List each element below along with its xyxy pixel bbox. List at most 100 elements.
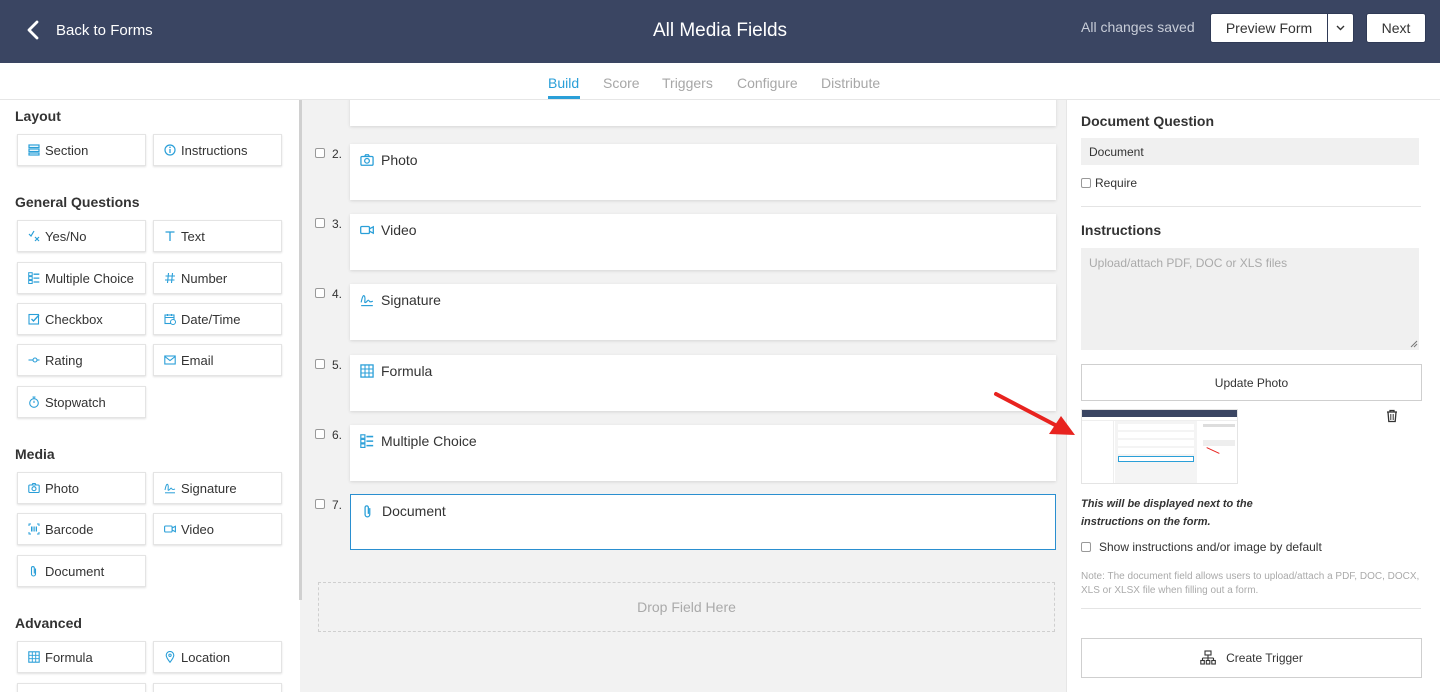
palette-item-label: Barcode [45,521,94,537]
palette-item-number[interactable]: Number [153,262,282,294]
tab-score[interactable]: Score [603,75,640,91]
palette-item-rating[interactable]: Rating [17,344,146,376]
question-select-checkbox[interactable] [315,288,325,298]
show-by-default-option[interactable]: Show instructions and/or image by defaul… [1081,540,1322,554]
palette-item-location[interactable]: Location [153,641,282,673]
question-select-checkbox[interactable] [315,359,325,369]
tab-distribute[interactable]: Distribute [821,75,880,91]
palette-item-label: Formula [45,649,93,665]
palette-item-video[interactable]: Video [153,513,282,545]
palette-item-label: Video [181,521,215,537]
palette-item-partial[interactable] [17,683,146,692]
palette-item-label: Section [45,142,89,158]
require-option[interactable]: Require [1081,176,1137,190]
palette-item-multiple-choice[interactable]: Multiple Choice [17,262,146,294]
image-display-note: This will be displayed next to the instr… [1081,498,1253,528]
preview-options-dropdown[interactable] [1327,13,1354,43]
question-select-checkbox[interactable] [315,429,325,439]
question-name-input[interactable]: Document [1081,138,1419,165]
tab-bar: Build Score Triggers Configure Distribut… [0,63,1440,100]
question-card[interactable]: Multiple Choice [350,425,1056,481]
hash-icon [164,272,176,284]
divider [1081,608,1421,609]
palette-item-checkbox[interactable]: Checkbox [17,303,146,335]
instructions-textarea[interactable]: Upload/attach PDF, DOC or XLS files [1081,248,1419,350]
palette-item-label: Date/Time [181,311,241,327]
palette-item-instructions[interactable]: Instructions [153,134,282,166]
question-select-checkbox[interactable] [315,218,325,228]
question-number: 4. [332,287,343,301]
require-label: Require [1095,176,1138,190]
question-settings-panel: Document Question Document Require Instr… [1066,100,1440,692]
signature-icon [360,295,374,307]
question-select-checkbox[interactable] [315,499,325,509]
question-label: Photo [381,152,418,168]
palette-item-label: Stopwatch [45,394,106,410]
update-photo-button[interactable]: Update Photo [1081,364,1422,401]
palette-item-section[interactable]: Section [17,134,146,166]
trigger-icon [1200,650,1216,665]
question-select-checkbox[interactable] [315,148,325,158]
palette-item-label: Document [45,563,105,579]
palette-item-document[interactable]: Document [17,555,146,587]
palette-item-signature[interactable]: Signature [153,472,282,504]
resize-handle-icon[interactable] [1410,340,1418,348]
question-card[interactable]: Signature [350,284,1056,340]
question-card-partial[interactable] [350,100,1056,126]
tab-triggers[interactable]: Triggers [662,75,713,91]
palette-item-formula[interactable]: Formula [17,641,146,673]
palette-item-email[interactable]: Email [153,344,282,376]
paperclip-icon [364,505,371,518]
document-question-heading: Document Question [1081,113,1215,129]
formula-icon [360,364,374,378]
palette-item-stopwatch[interactable]: Stopwatch [17,386,146,418]
delete-image-icon[interactable] [1385,409,1399,423]
yes-no-icon [28,230,40,242]
show-by-default-label: Show instructions and/or image by defaul… [1099,540,1322,554]
palette-item-yes-no[interactable]: Yes/No [17,220,146,252]
question-label: Video [381,222,417,238]
palette-item-photo[interactable]: Photo [17,472,146,504]
back-to-forms-link[interactable]: Back to Forms [26,20,153,40]
document-field-note: Note: The document field allows users to… [1081,571,1420,596]
drop-field-zone[interactable]: Drop Field Here [318,582,1055,632]
general-questions-heading: General Questions [15,194,140,210]
instruction-image-thumbnail[interactable] [1081,409,1238,484]
palette-item-label: Photo [45,480,79,496]
tab-build[interactable]: Build [548,75,579,91]
tab-configure[interactable]: Configure [737,75,798,91]
palette-item-partial[interactable] [153,683,282,692]
signature-icon [164,482,176,494]
palette-item-barcode[interactable]: Barcode [17,513,146,545]
formula-icon [28,651,40,663]
next-button[interactable]: Next [1366,13,1426,43]
form-canvas: 2. Photo 3. Video 4. Signature 5. Formul… [302,100,1066,692]
question-label: Document [382,503,446,519]
question-label: Signature [381,292,441,308]
require-checkbox[interactable] [1081,178,1091,188]
question-card[interactable]: Photo [350,144,1056,200]
location-pin-icon [164,651,176,663]
question-label: Formula [381,363,433,379]
question-card[interactable]: Formula [350,355,1056,411]
paperclip-icon [28,565,40,577]
show-by-default-checkbox[interactable] [1081,542,1091,552]
preview-form-button[interactable]: Preview Form [1210,13,1328,43]
media-heading: Media [15,446,55,462]
question-card[interactable]: Video [350,214,1056,270]
palette-item-date-time[interactable]: Date/Time [153,303,282,335]
multiple-choice-icon [360,434,374,448]
question-card-selected[interactable]: Document [350,494,1056,550]
palette-item-label: Checkbox [45,311,103,327]
multiple-choice-icon [28,272,40,284]
palette-item-text[interactable]: Text [153,220,282,252]
rating-icon [28,354,40,366]
create-trigger-button[interactable]: Create Trigger [1081,638,1422,678]
stopwatch-icon [28,396,40,408]
video-icon [164,523,176,535]
question-number: 2. [332,147,343,161]
palette-item-label: Number [181,270,228,286]
advanced-heading: Advanced [15,615,82,631]
video-icon [360,225,374,235]
camera-icon [360,154,374,166]
